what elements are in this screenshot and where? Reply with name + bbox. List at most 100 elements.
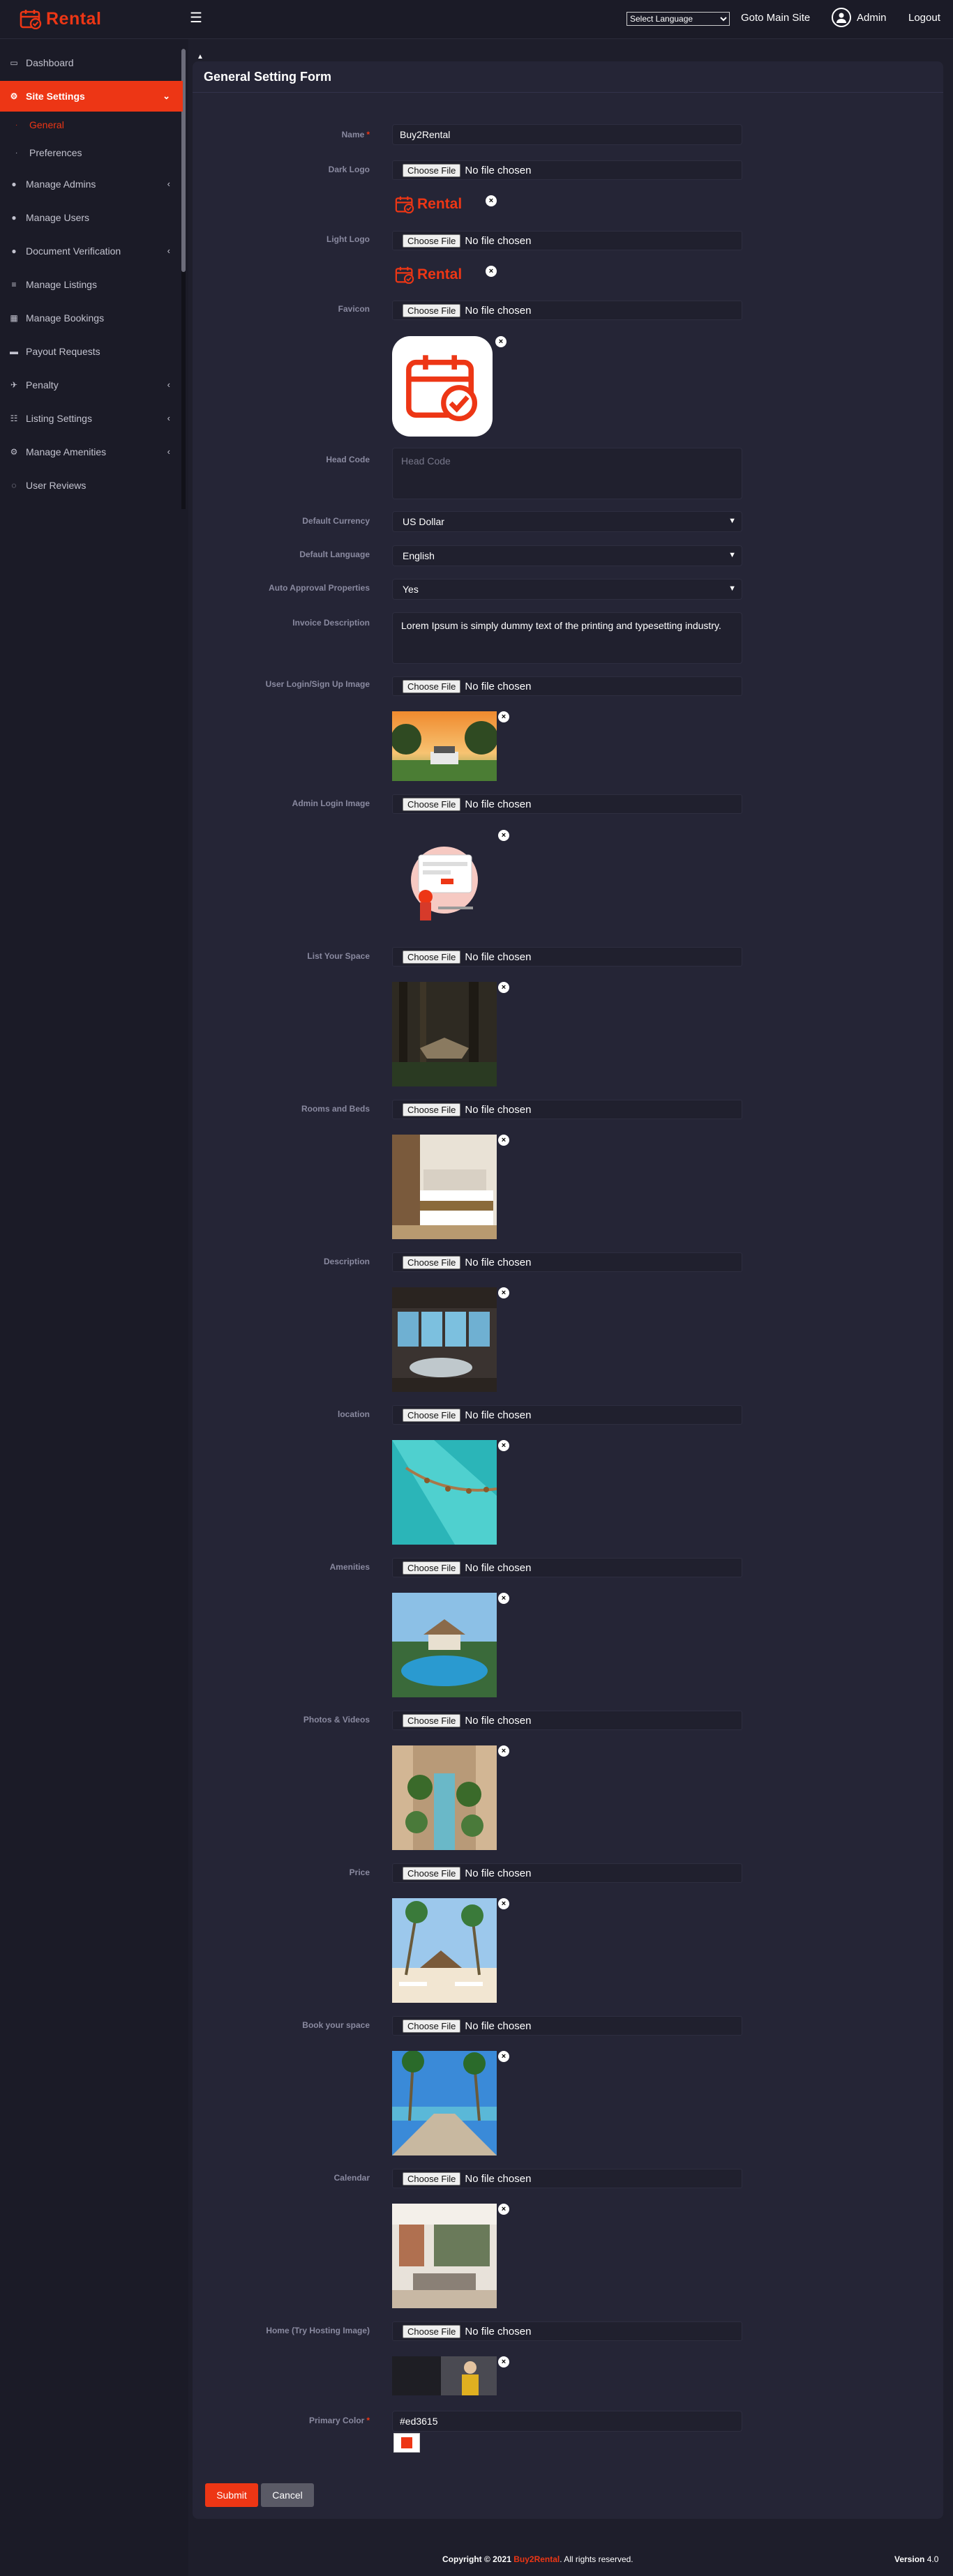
- footer-copyright: Copyright © 2021 Buy2Rental. All rights …: [442, 2554, 633, 2564]
- sidebar-item-document-verification[interactable]: ● Document Verification ‹: [0, 236, 183, 266]
- comment-icon: ◌: [11, 480, 17, 490]
- logout-link[interactable]: Logout: [908, 12, 940, 24]
- invoice-description-textarea[interactable]: Lorem Ipsum is simply dummy text of the …: [392, 612, 742, 664]
- choose-file-button[interactable]: Choose File: [403, 1866, 461, 1880]
- calendar-file-input[interactable]: Choose File No file chosen: [392, 2169, 742, 2188]
- remove-image-button[interactable]: ×: [498, 830, 509, 841]
- remove-image-button[interactable]: ×: [498, 2356, 509, 2367]
- remove-dark-logo-button[interactable]: ×: [486, 195, 497, 206]
- language-select[interactable]: Select Language: [626, 12, 730, 26]
- footer-version: Version 4.0: [894, 2554, 938, 2564]
- choose-file-button[interactable]: Choose File: [403, 2172, 461, 2185]
- sidebar-item-manage-bookings[interactable]: ▦ Manage Bookings: [0, 303, 183, 333]
- choose-file-button[interactable]: Choose File: [403, 1408, 461, 1422]
- choose-file-button[interactable]: Choose File: [403, 1255, 461, 1269]
- photos-videos-file-input[interactable]: Choose File No file chosen: [392, 1711, 742, 1730]
- dark-logo-label: Dark Logo: [328, 165, 370, 174]
- footer-brand-link[interactable]: Buy2Rental: [513, 2554, 560, 2564]
- sidebar-item-manage-admins[interactable]: ● Manage Admins ‹: [0, 169, 183, 199]
- choose-file-button[interactable]: Choose File: [403, 1561, 461, 1575]
- remove-light-logo-button[interactable]: ×: [486, 266, 497, 277]
- submit-button[interactable]: Submit: [205, 2483, 258, 2507]
- list-icon: ≡: [11, 280, 17, 289]
- file-status: No file chosen: [465, 1409, 532, 1421]
- default-currency-select[interactable]: US Dollar ▼: [392, 511, 742, 532]
- sidebar-item-label: Payout Requests: [26, 346, 100, 357]
- file-status: No file chosen: [465, 2020, 532, 2032]
- choose-file-button[interactable]: Choose File: [403, 950, 461, 964]
- logo-text: Rental: [417, 196, 463, 212]
- default-language-select[interactable]: English ▼: [392, 545, 742, 566]
- goto-main-site-link[interactable]: Goto Main Site: [741, 12, 810, 24]
- remove-image-button[interactable]: ×: [498, 2204, 509, 2215]
- sidebar-item-listing-settings[interactable]: ☷ Listing Settings ‹: [0, 403, 183, 434]
- calendar-check-icon: [406, 355, 478, 422]
- auto-approval-select[interactable]: Yes ▼: [392, 579, 742, 600]
- amenities-file-input[interactable]: Choose File No file chosen: [392, 1558, 742, 1577]
- sidebar-item-label: Document Verification: [26, 245, 121, 257]
- remove-image-button[interactable]: ×: [498, 1745, 509, 1757]
- sidebar-subitem-general[interactable]: · General: [15, 112, 64, 138]
- remove-image-button[interactable]: ×: [498, 982, 509, 993]
- sidebar-item-dashboard[interactable]: ▭ Dashboard: [0, 47, 183, 78]
- choose-file-button[interactable]: Choose File: [403, 1103, 461, 1116]
- admin-login-image-file-input[interactable]: Choose File No file chosen: [392, 794, 742, 814]
- copyright-suffix: . All rights reserved.: [560, 2554, 633, 2564]
- remove-image-button[interactable]: ×: [498, 1593, 509, 1604]
- file-status: No file chosen: [465, 1256, 532, 1268]
- bullet-icon: ·: [15, 121, 18, 129]
- name-input[interactable]: Buy2Rental: [392, 124, 742, 145]
- sidebar-item-label: Manage Listings: [26, 279, 97, 290]
- sidebar-item-manage-users[interactable]: ● Manage Users: [0, 202, 183, 233]
- choose-file-button[interactable]: Choose File: [403, 679, 461, 693]
- dark-logo-file-input[interactable]: Choose File No file chosen: [392, 160, 742, 180]
- location-preview: [392, 1440, 497, 1545]
- sidebar-item-manage-listings[interactable]: ≡ Manage Listings: [0, 269, 183, 300]
- choose-file-button[interactable]: Choose File: [403, 2019, 461, 2033]
- book-your-space-file-input[interactable]: Choose File No file chosen: [392, 2016, 742, 2036]
- choose-file-button[interactable]: Choose File: [403, 797, 461, 811]
- remove-image-button[interactable]: ×: [498, 711, 509, 722]
- menu-toggle-icon[interactable]: ☰: [190, 9, 202, 26]
- sidebar-item-site-settings[interactable]: ⚙ Site Settings ⌄: [0, 81, 183, 112]
- sidebar-item-user-reviews[interactable]: ◌ User Reviews: [0, 470, 183, 501]
- favicon-file-input[interactable]: Choose File No file chosen: [392, 301, 742, 320]
- choose-file-button[interactable]: Choose File: [403, 2324, 461, 2338]
- color-picker-swatch[interactable]: [393, 2433, 420, 2453]
- user-login-image-file-input[interactable]: Choose File No file chosen: [392, 676, 742, 696]
- select-value: US Dollar: [403, 516, 444, 527]
- choose-file-button[interactable]: Choose File: [403, 1713, 461, 1727]
- rooms-and-beds-file-input[interactable]: Choose File No file chosen: [392, 1100, 742, 1119]
- remove-image-button[interactable]: ×: [498, 1135, 509, 1146]
- collapse-up-icon[interactable]: ▲: [197, 53, 204, 61]
- file-status: No file chosen: [465, 304, 532, 317]
- home-try-hosting-label: Home (Try Hosting Image): [266, 2326, 370, 2335]
- choose-file-button[interactable]: Choose File: [403, 163, 461, 177]
- remove-favicon-button[interactable]: ×: [495, 336, 506, 347]
- remove-image-button[interactable]: ×: [498, 1898, 509, 1909]
- price-file-input[interactable]: Choose File No file chosen: [392, 1863, 742, 1883]
- admin-menu[interactable]: Admin: [832, 8, 887, 27]
- remove-image-button[interactable]: ×: [498, 2051, 509, 2062]
- remove-image-button[interactable]: ×: [498, 1287, 509, 1298]
- admin-name: Admin: [857, 11, 887, 24]
- list-your-space-file-input[interactable]: Choose File No file chosen: [392, 947, 742, 967]
- location-file-input[interactable]: Choose File No file chosen: [392, 1405, 742, 1425]
- remove-image-button[interactable]: ×: [498, 1440, 509, 1451]
- sidebar-item-payout-requests[interactable]: ▬ Payout Requests: [0, 336, 183, 367]
- light-logo-file-input[interactable]: Choose File No file chosen: [392, 231, 742, 250]
- user-icon: ●: [11, 179, 17, 189]
- sidebar-item-penalty[interactable]: ✈ Penalty ‹: [0, 370, 183, 400]
- head-code-textarea[interactable]: Head Code: [392, 448, 742, 499]
- description-file-input[interactable]: Choose File No file chosen: [392, 1252, 742, 1272]
- calendar-check-icon: [395, 266, 414, 284]
- cancel-button[interactable]: Cancel: [261, 2483, 314, 2507]
- primary-color-input[interactable]: #ed3615: [392, 2411, 742, 2432]
- sidebar-item-manage-amenities[interactable]: ⚙ Manage Amenities ‹: [0, 437, 183, 467]
- choose-file-button[interactable]: Choose File: [403, 234, 461, 248]
- choose-file-button[interactable]: Choose File: [403, 303, 461, 317]
- home-try-hosting-file-input[interactable]: Choose File No file chosen: [392, 2321, 742, 2341]
- brand-logo[interactable]: Rental: [20, 8, 101, 29]
- sidebar-subitem-preferences[interactable]: · Preferences: [15, 139, 82, 166]
- file-status: No file chosen: [465, 234, 532, 247]
